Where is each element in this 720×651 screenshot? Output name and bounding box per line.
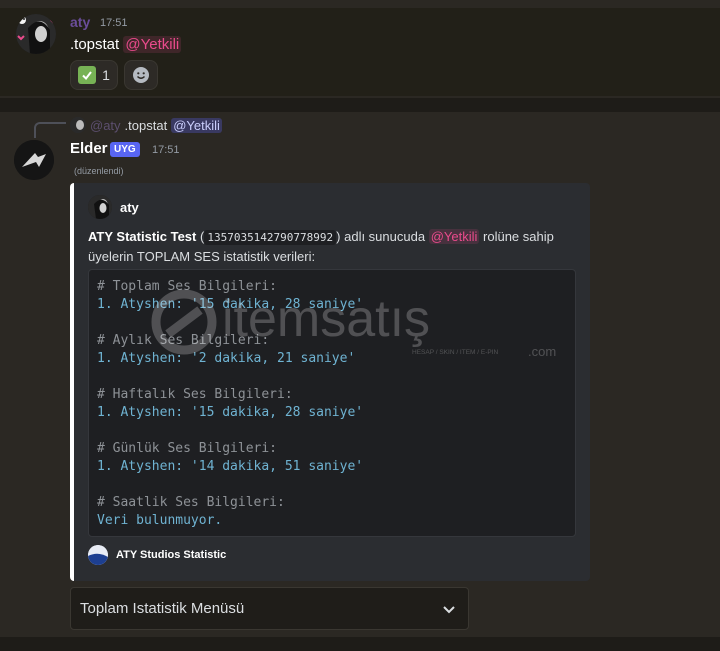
embed-description: ATY Statistic Test (1357035142790778992)… (88, 227, 583, 266)
guild-id: 1357035142790778992 (204, 230, 337, 245)
monthly-value: 1. Atyshen: '2 dakika, 21 saniye' (97, 351, 356, 366)
monthly-header: # Aylık Ses Bilgileri: (97, 333, 270, 348)
embed-author-avatar (88, 195, 112, 219)
reply-command: .topstat (124, 117, 168, 133)
embed-role-mention[interactable]: @Yetkili (428, 229, 480, 244)
daily-header: # Günlük Ses Bilgileri: (97, 441, 278, 456)
message-timestamp: 17:51 (152, 144, 180, 156)
hourly-header: # Saatlik Ses Bilgileri: (97, 495, 285, 510)
select-placeholder: Toplam Istatistik Menüsü (80, 600, 245, 617)
reply-avatar (70, 117, 86, 133)
daily-value: 1. Atyshen: '14 dakika, 51 saniye' (97, 459, 364, 474)
embed-author-name: aty (120, 199, 139, 215)
hourly-value: Veri bulunmuyor. (97, 513, 223, 528)
weekly-header: # Haftalık Ses Bilgileri: (97, 387, 293, 402)
role-mention[interactable]: @Yetkili (123, 36, 182, 53)
guild-name: ATY Statistic Test (88, 229, 197, 244)
elder-username[interactable]: Elder (70, 140, 108, 157)
message-aty: aty 17:51 .topstat @Yetkili 1 (0, 8, 720, 96)
smiley-icon (133, 67, 149, 83)
add-reaction-button[interactable] (124, 60, 158, 90)
checkmark-reaction[interactable]: 1 (70, 60, 118, 90)
reply-mention[interactable]: @Yetkili (171, 117, 222, 133)
reply-username[interactable]: @aty (90, 118, 121, 133)
statistic-select-menu[interactable]: Toplam Istatistik Menüsü (70, 587, 469, 630)
footer-text: ATY Studios Statistic (116, 549, 227, 561)
aty-username[interactable]: aty (70, 14, 90, 30)
message-elder: @aty .topstat @Yetkili Elder UYG 17:51 (… (0, 112, 720, 651)
message-content: .topstat @Yetkili (70, 36, 182, 53)
reply-reference[interactable]: @aty .topstat @Yetkili (70, 116, 222, 134)
bottom-divider (0, 637, 720, 651)
check-icon (78, 66, 97, 84)
command-text: .topstat (70, 36, 120, 53)
message-divider (0, 98, 720, 112)
stats-codeblock: # Toplam Ses Bilgileri: 1. Atyshen: '15 … (88, 269, 576, 537)
reaction-count: 1 (102, 67, 110, 83)
total-value: 1. Atyshen: '15 dakika, 28 saniye' (97, 297, 364, 312)
message-timestamp: 17:51 (100, 17, 128, 29)
desc-mid: ) adlı sunucuda (336, 229, 426, 244)
embed-footer: ATY Studios Statistic (88, 545, 226, 565)
role-badge: UYG (110, 142, 140, 157)
aty-avatar[interactable] (16, 14, 56, 54)
elder-avatar[interactable] (14, 140, 54, 180)
embed-author[interactable]: aty (88, 195, 139, 219)
chevron-down-icon (443, 605, 455, 613)
total-header: # Toplam Ses Bilgileri: (97, 279, 278, 294)
footer-icon (88, 545, 108, 565)
statistic-embed: aty ATY Statistic Test (1357035142790778… (70, 183, 590, 581)
weekly-value: 1. Atyshen: '15 dakika, 28 saniye' (97, 405, 364, 420)
edited-label: (düzenlendi) (74, 166, 124, 176)
reply-connector (34, 122, 66, 138)
